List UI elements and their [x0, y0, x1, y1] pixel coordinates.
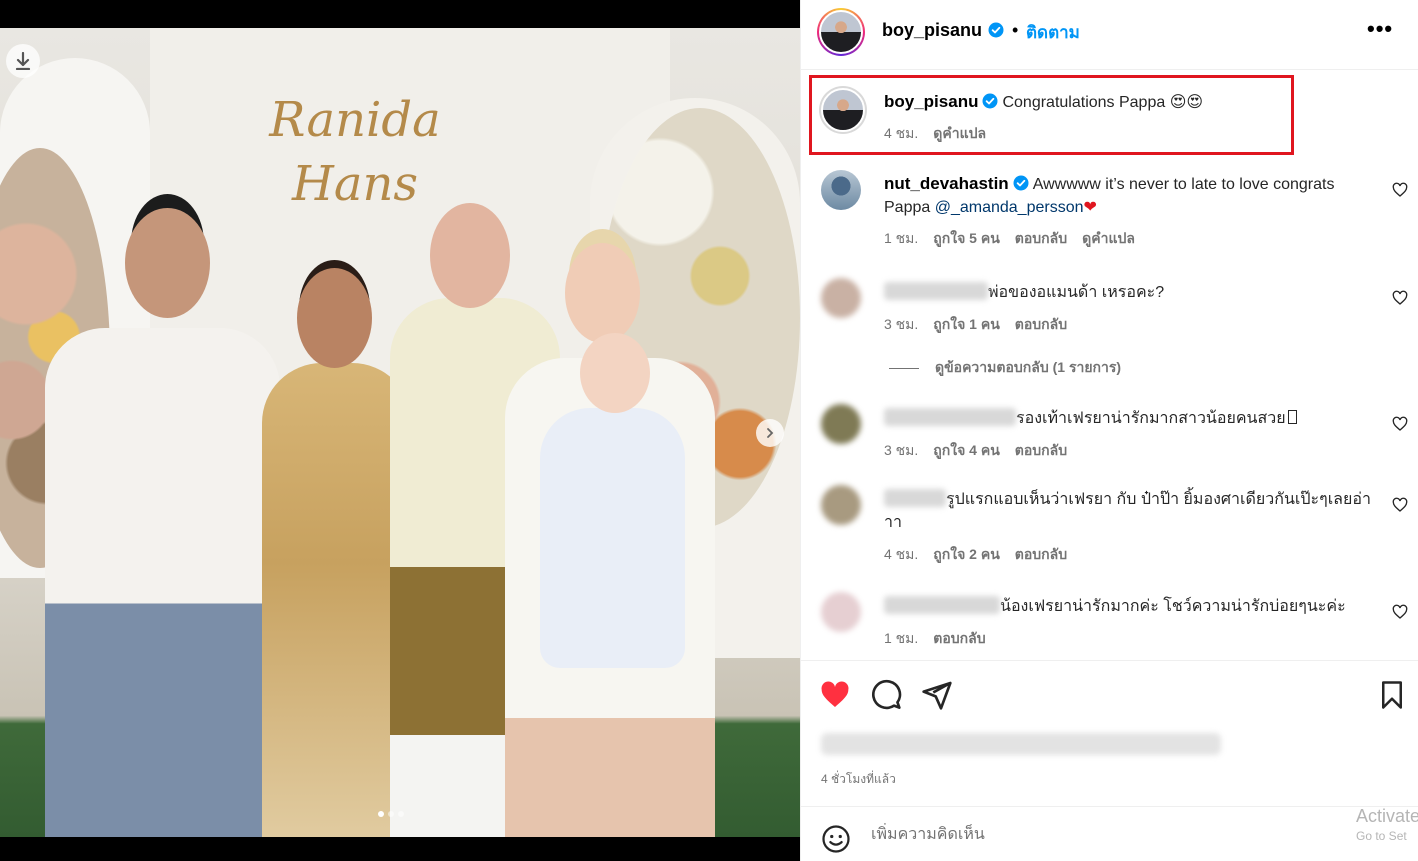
comment-body: รองเท้าเฟรยาน่ารักมากสาวน้อยคนสวย [884, 407, 1364, 430]
commenter-avatar[interactable] [821, 592, 861, 632]
comment-likes[interactable]: ถูกใจ 1 คน [933, 314, 1000, 336]
follow-button[interactable]: ติดตาม [1026, 19, 1080, 46]
view-replies-button[interactable]: ดูข้อความตอบกลับ (1 รายการ) [889, 357, 1121, 379]
hidden-username [884, 408, 1016, 426]
caption-text: Congratulations Pappa 😍😍 [1002, 94, 1204, 111]
watermark-line-2: Go to Set [1356, 829, 1407, 843]
header-separator: • [1012, 20, 1019, 40]
comment-time: 1 ชม. [884, 630, 919, 646]
comment-body: น้องเฟรยาน่ารักมากค่ะ โชว์ความน่ารักบ่อย… [884, 595, 1364, 618]
windows-activation-watermark: Activate Go to Set [1356, 806, 1418, 846]
comment-text: รูปแรกแอบเห็นว่าเฟรยา กับ ป๋าป๊า ยิ้มองศ… [884, 491, 1371, 531]
heart-outline-icon[interactable] [1392, 497, 1408, 513]
commenter-avatar[interactable] [821, 170, 861, 210]
comment-meta: 4 ชม. ถูกใจ 2 คน ตอบกลับ [884, 544, 1067, 566]
chevron-right-icon [767, 428, 774, 438]
likes-summary-blurred [821, 733, 1221, 755]
comments-list: boy_pisanu Congratulations Pappa 😍😍 4 ชม.… [801, 70, 1418, 660]
comment-reply-link[interactable]: ตอบกลับ [1015, 440, 1067, 462]
post-header: boy_pisanu • ติดตาม ••• [801, 0, 1418, 70]
caption-body: boy_pisanu Congratulations Pappa 😍😍 [884, 90, 1364, 114]
bookmark-icon[interactable] [1377, 679, 1407, 711]
photo-signage: Ranida Hans [269, 92, 441, 212]
comment-text: น้องเฟรยาน่ารักมากค่ะ โชว์ความน่ารักบ่อย… [1000, 598, 1346, 615]
commenter-avatar[interactable] [821, 485, 861, 525]
hidden-username [884, 282, 988, 300]
commenter-avatar[interactable] [821, 404, 861, 444]
heart-outline-icon[interactable] [1392, 416, 1408, 432]
comment-body: nut_devahastin Awwwww it’s never to late … [884, 172, 1364, 219]
mention-link[interactable]: @_amanda_persson [935, 199, 1084, 216]
emoji-icon[interactable] [821, 824, 851, 854]
comment-meta: 1 ชม. ถูกใจ 5 คน ตอบกลับ ดูคำแปล [884, 228, 1135, 250]
comment-reply-link[interactable]: ตอบกลับ [1015, 544, 1067, 566]
comment-meta: 1 ชม. ตอบกลับ [884, 628, 986, 650]
carousel-dot [378, 811, 384, 817]
comment-text: รองเท้าเฟรยาน่ารักมากสาวน้อยคนสวย [1016, 410, 1286, 427]
hidden-username [884, 596, 1000, 614]
comment-body: รูปแรกแอบเห็นว่าเฟรยา กับ ป๋าป๊า ยิ้มองศ… [884, 488, 1374, 534]
author-avatar[interactable] [817, 8, 865, 56]
comment-meta: 3 ชม. ถูกใจ 4 คน ตอบกลับ [884, 440, 1067, 462]
post-media: Ranida Hans [0, 0, 800, 861]
caption-meta: 4 ชม. ดูคำแปล [884, 123, 986, 145]
author-username[interactable]: boy_pisanu [882, 20, 982, 41]
download-icon [15, 52, 31, 70]
heart-filled-icon[interactable] [819, 679, 851, 711]
carousel-indicator [378, 811, 404, 817]
comment-text: พ่อของอแมนด้า เหรอคะ? [988, 284, 1165, 301]
caption-highlight-box [809, 75, 1294, 155]
comment-time: 3 ชม. [884, 316, 919, 332]
caption-time: 4 ชม. [884, 125, 919, 141]
add-comment-bar [801, 806, 1418, 861]
comment-username[interactable]: nut_devahastin [884, 174, 1009, 193]
watermark-line-1: Activate [1356, 806, 1418, 826]
comment-likes[interactable]: ถูกใจ 2 คน [933, 544, 1000, 566]
caption-avatar[interactable] [819, 86, 867, 134]
share-icon[interactable] [921, 679, 953, 711]
heart-outline-icon[interactable] [1392, 182, 1408, 198]
photo-baby [540, 333, 685, 668]
comment-input[interactable] [871, 823, 1331, 847]
comment-reply-link[interactable]: ตอบกลับ [1015, 228, 1067, 250]
carousel-dot [398, 811, 404, 817]
comment-time: 1 ชม. [884, 230, 919, 246]
comment-translate-link[interactable]: ดูคำแปล [1082, 228, 1135, 250]
verified-badge-icon [988, 22, 1004, 38]
comment-body: พ่อของอแมนด้า เหรอคะ? [884, 281, 1364, 304]
comment-time: 4 ชม. [884, 546, 919, 562]
more-options-button[interactable]: ••• [1367, 18, 1393, 40]
download-button[interactable] [6, 44, 40, 78]
comment-time: 3 ชม. [884, 442, 919, 458]
verified-badge-icon [1013, 175, 1029, 191]
carousel-dot [388, 811, 394, 817]
post-time-ago: 4 ชั่วโมงที่แล้ว [821, 772, 896, 786]
caption-username[interactable]: boy_pisanu [884, 92, 978, 111]
view-replies-line [889, 367, 919, 369]
post-photo[interactable]: Ranida Hans [0, 28, 800, 837]
hidden-username [884, 489, 946, 507]
verified-badge-icon [982, 93, 998, 109]
comment-likes[interactable]: ถูกใจ 4 คน [933, 440, 1000, 462]
photo-person-1 [45, 208, 280, 837]
comment-reply-link[interactable]: ตอบกลับ [1015, 314, 1067, 336]
view-replies-label: ดูข้อความตอบกลับ (1 รายการ) [935, 359, 1122, 375]
comment-icon[interactable] [870, 679, 902, 711]
heart-outline-icon[interactable] [1392, 604, 1408, 620]
caption-translate-link[interactable]: ดูคำแปล [933, 123, 986, 145]
heart-outline-icon[interactable] [1392, 290, 1408, 306]
red-heart-emoji: ❤ [1083, 199, 1097, 216]
post-actions: 4 ชั่วโมงที่แล้ว [801, 660, 1418, 806]
post-side-panel: boy_pisanu • ติดตาม ••• boy_pisanu Congra… [800, 0, 1418, 861]
missing-glyph-box [1287, 410, 1297, 424]
comment-meta: 3 ชม. ถูกใจ 1 คน ตอบกลับ [884, 314, 1067, 336]
comment-reply-link[interactable]: ตอบกลับ [933, 628, 985, 650]
carousel-next-button[interactable] [756, 419, 784, 447]
comment-likes[interactable]: ถูกใจ 5 คน [933, 228, 1000, 250]
commenter-avatar[interactable] [821, 278, 861, 318]
